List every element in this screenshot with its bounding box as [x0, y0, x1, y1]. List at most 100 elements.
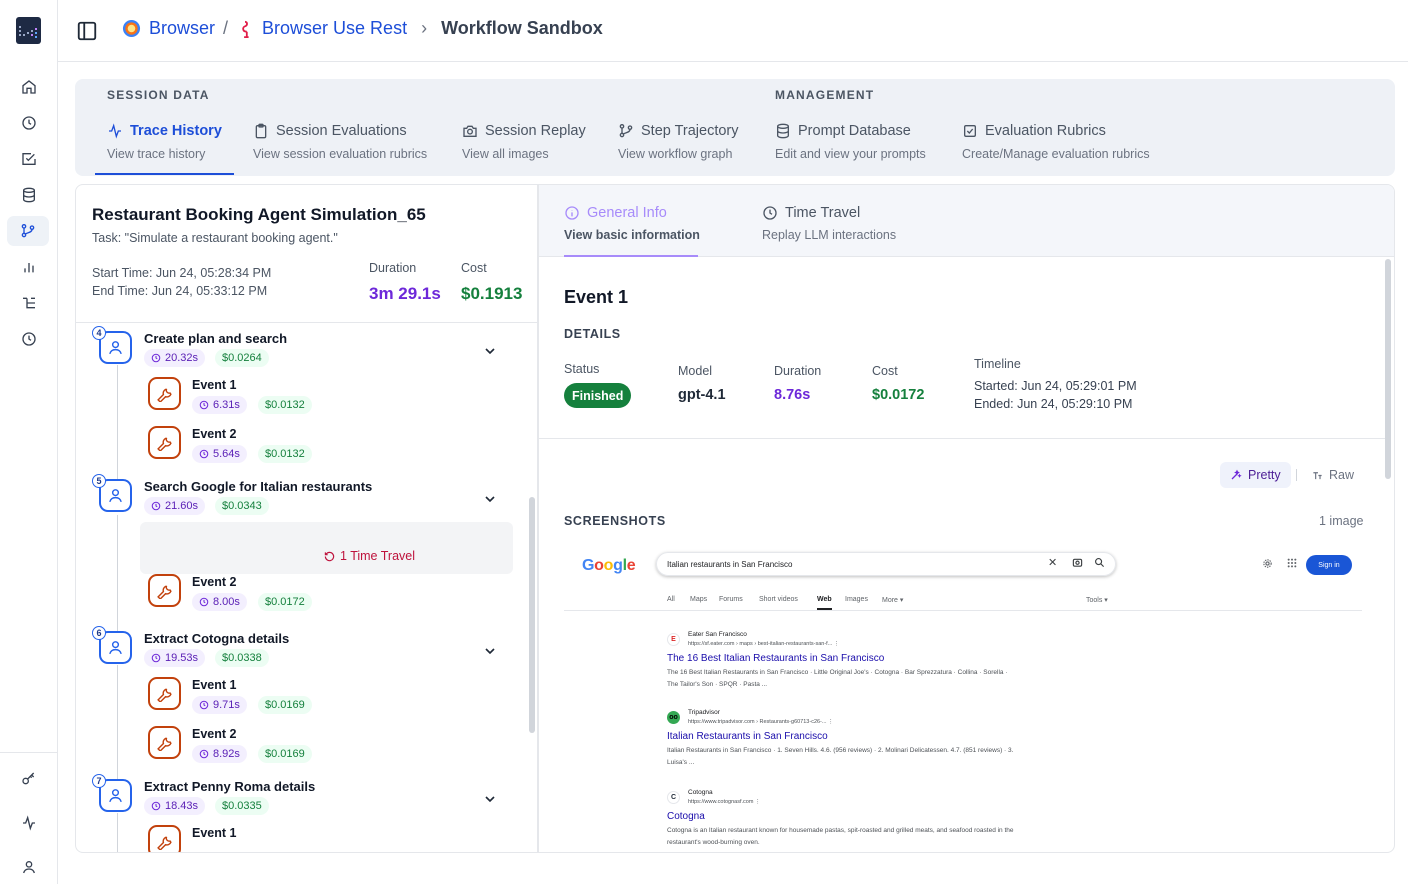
- event-title[interactable]: Event 1: [192, 378, 236, 392]
- apps-icon: [1287, 558, 1297, 568]
- tab-general-info[interactable]: General Info View basic information: [564, 205, 700, 242]
- user-icon[interactable]: [18, 856, 40, 878]
- scrollbar[interactable]: [529, 497, 535, 733]
- result-favicon: C: [667, 791, 680, 804]
- pretty-view-button[interactable]: Pretty: [1220, 462, 1291, 488]
- breadcrumb-separator: /: [223, 18, 229, 38]
- chevron-down-icon[interactable]: [482, 491, 498, 507]
- tool-event-icon[interactable]: [148, 726, 181, 759]
- time-travel-label: 1 Time Travel: [340, 549, 416, 563]
- step-cost-badge: $0.0343: [215, 497, 269, 515]
- wrench-icon: [157, 585, 172, 599]
- event-title[interactable]: Event 2: [192, 575, 236, 589]
- step-title[interactable]: Create plan and search: [144, 331, 287, 346]
- tool-event-icon[interactable]: [148, 574, 181, 607]
- tab-prompt-database[interactable]: Prompt Database Edit and view your promp…: [775, 123, 926, 161]
- management-heading: MANAGEMENT: [775, 88, 875, 102]
- history-icon[interactable]: [18, 112, 40, 134]
- model-value: gpt-4.1: [678, 387, 726, 403]
- sidebar-toggle-icon[interactable]: [76, 20, 98, 42]
- tool-event-icon[interactable]: [148, 825, 181, 852]
- screenshot-image[interactable]: Google Italian restaurants in San Franci…: [564, 545, 1362, 852]
- result-title: The 16 Best Italian Restaurants in San F…: [667, 653, 885, 664]
- tab-sublabel: Edit and view your prompts: [775, 147, 926, 161]
- model-label: Model: [678, 364, 713, 378]
- scrollbar[interactable]: [1385, 259, 1391, 479]
- chevron-down-icon[interactable]: [482, 791, 498, 807]
- check-square-icon[interactable]: [18, 148, 40, 170]
- logo-letter: o: [594, 557, 604, 574]
- tab-label: Step Trajectory: [641, 123, 739, 139]
- google-search-box: Italian restaurants in San Francisco: [656, 552, 1116, 576]
- step-number: 7: [92, 774, 106, 788]
- step-title[interactable]: Extract Penny Roma details: [144, 779, 315, 794]
- camera-icon: [462, 123, 485, 139]
- key-icon[interactable]: [18, 768, 40, 790]
- tab-time-travel[interactable]: Time Travel Replay LLM interactions: [762, 205, 896, 242]
- tab-sublabel: Create/Manage evaluation rubrics: [962, 147, 1150, 161]
- event-title[interactable]: Event 1: [192, 678, 236, 692]
- tool-event-icon[interactable]: [148, 377, 181, 410]
- nav-link: Images: [845, 596, 868, 603]
- step-cost-badge: $0.0338: [215, 649, 269, 667]
- time-travel-badge[interactable]: 1 Time Travel: [324, 549, 415, 563]
- tool-event-icon[interactable]: [148, 677, 181, 710]
- duration-value: 18.43s: [165, 800, 199, 812]
- sign-in-button: Sign in: [1306, 555, 1352, 575]
- step-duration-badge: 18.43s: [144, 797, 206, 815]
- result-snippet: Italian Restaurants in San Francisco · 1…: [667, 747, 1014, 766]
- result-source: Eater San Francisco: [688, 631, 747, 638]
- divider: [76, 322, 537, 323]
- search-icon: [1094, 557, 1105, 568]
- cost-value: $0.0172: [872, 387, 925, 403]
- chevron-down-icon[interactable]: [482, 343, 498, 359]
- magic-wand-icon: [1230, 469, 1248, 481]
- chevron-down-icon[interactable]: [482, 643, 498, 659]
- session-task: Task: "Simulate a restaurant booking age…: [92, 231, 338, 245]
- home-icon[interactable]: [18, 76, 40, 98]
- event-cost-badge: $0.0132: [258, 445, 312, 463]
- tab-session-replay[interactable]: Session Replay View all images: [462, 123, 586, 161]
- tab-trace-history[interactable]: Trace History View trace history: [107, 123, 222, 161]
- rail-divider: [0, 752, 57, 753]
- tool-event-icon[interactable]: [148, 426, 181, 459]
- logo-letter: G: [582, 557, 595, 574]
- app-logo[interactable]: [16, 17, 41, 44]
- cost-label: Cost: [461, 261, 487, 275]
- step-cost-badge: $0.0335: [215, 797, 269, 815]
- tab-step-trajectory[interactable]: Step Trajectory View workflow graph: [618, 123, 739, 161]
- duration-value: 8.76s: [774, 387, 811, 403]
- event-title[interactable]: Event 2: [192, 427, 236, 441]
- nav-link: Short videos: [759, 596, 798, 603]
- result-source: Tripadvisor: [688, 709, 720, 716]
- event-title[interactable]: Event 1: [192, 826, 236, 840]
- step-duration-badge: 19.53s: [144, 649, 206, 667]
- tools-link: Tools ▾: [1086, 597, 1108, 604]
- result-title: Italian Restaurants in San Francisco: [667, 731, 828, 742]
- timeline-started: Started: Jun 24, 05:29:01 PM: [974, 379, 1137, 393]
- raw-view-button[interactable]: Raw: [1312, 468, 1354, 482]
- tree-icon[interactable]: [18, 292, 40, 314]
- step-title[interactable]: Extract Cotogna details: [144, 631, 289, 646]
- clock-icon: [762, 205, 785, 221]
- tab-session-evaluations[interactable]: Session Evaluations View session evaluat…: [253, 123, 427, 161]
- breadcrumb-browser[interactable]: Browser: [149, 18, 215, 39]
- raw-label: Raw: [1329, 468, 1355, 482]
- event-title[interactable]: Event 2: [192, 727, 236, 741]
- bar-chart-icon[interactable]: [18, 256, 40, 278]
- divider: [539, 438, 1387, 439]
- breadcrumb-project[interactable]: Browser Use Rest: [262, 18, 407, 39]
- git-branch-icon[interactable]: [7, 216, 49, 246]
- logo-letter: o: [603, 557, 614, 574]
- clock-icon[interactable]: [18, 328, 40, 350]
- step-title[interactable]: Search Google for Italian restaurants: [144, 479, 372, 494]
- tab-label: Prompt Database: [798, 123, 911, 139]
- activity-icon[interactable]: [18, 812, 40, 834]
- tab-label: Session Replay: [485, 123, 586, 139]
- result-snippet: The 16 Best Italian Restaurants in San F…: [667, 669, 1008, 688]
- database-icon[interactable]: [18, 184, 40, 206]
- tab-evaluation-rubrics[interactable]: Evaluation Rubrics Create/Manage evaluat…: [962, 123, 1150, 161]
- event-duration-badge: 8.92s: [192, 745, 247, 763]
- tab-sublabel: View trace history: [107, 147, 206, 161]
- timeline-label: Timeline: [974, 357, 1021, 371]
